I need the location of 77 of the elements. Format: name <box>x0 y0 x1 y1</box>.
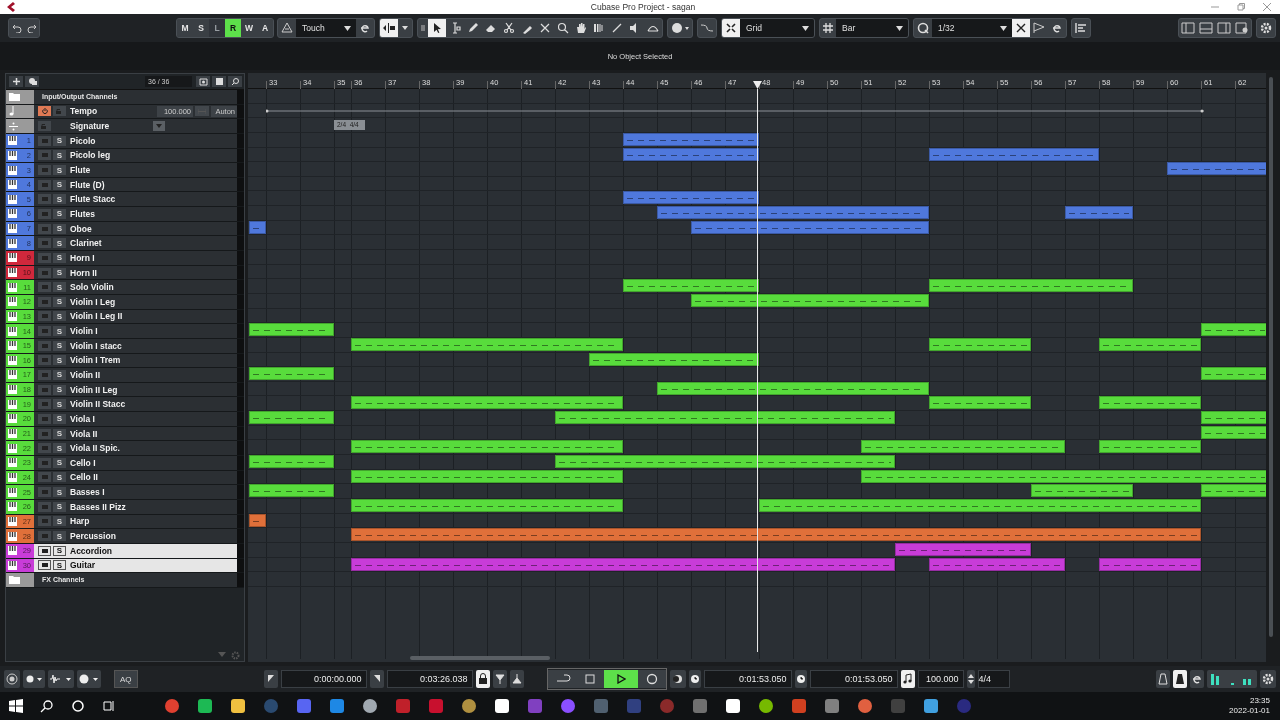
track-name: Picolo leg <box>70 150 111 161</box>
track-name: Violin I Leg II <box>70 311 123 322</box>
solo-button[interactable]: S <box>53 413 66 424</box>
snap-type-dropdown[interactable]: Grid <box>740 19 814 37</box>
track-name: Clarinet <box>70 238 102 249</box>
track-name: Flutes <box>70 208 96 219</box>
solo-button[interactable]: S <box>53 355 66 366</box>
track-name: Violin I Leg <box>70 296 116 307</box>
track-name: Cello II <box>70 472 98 483</box>
quantize-dropdown[interactable]: 1/32 <box>932 19 1012 37</box>
track-name: Violin I Trem <box>70 355 121 366</box>
solo-button[interactable]: S <box>53 252 66 263</box>
solo-button[interactable]: S <box>53 296 66 307</box>
track-name: Picolo <box>70 135 96 146</box>
solo-button[interactable]: S <box>53 457 66 468</box>
solo-button[interactable]: S <box>53 208 66 219</box>
solo-button[interactable]: S <box>53 311 66 322</box>
solo-button[interactable]: S <box>53 443 66 454</box>
track-name: Flute <box>70 165 91 175</box>
solo-button[interactable]: S <box>53 384 66 395</box>
solo-button[interactable]: S <box>53 165 66 175</box>
track-name: Violin II Leg <box>70 384 118 395</box>
solo-button[interactable]: S <box>53 487 66 498</box>
track-name: Percussion <box>70 531 116 542</box>
track-name: Oboe <box>70 223 92 234</box>
solo-button[interactable]: S <box>53 545 66 556</box>
track-name: Flute (D) <box>70 179 105 190</box>
solo-button[interactable]: S <box>53 428 66 439</box>
track-name: Viola I <box>70 413 95 424</box>
track-name: Violin II Stacc <box>70 399 126 410</box>
automation-button[interactable]: R <box>225 19 241 37</box>
secondary-time-field[interactable]: 0:01:53.050 <box>809 670 898 688</box>
solo-button[interactable]: S <box>53 340 66 351</box>
solo-button[interactable]: S <box>53 135 66 146</box>
track-name: Horn I <box>70 252 95 263</box>
track-name: Violin I <box>70 326 98 337</box>
signature-field[interactable]: 4/4 <box>977 670 1010 688</box>
automation-mode-dropdown[interactable]: Touch <box>296 19 356 37</box>
solo-button[interactable]: S <box>53 238 66 249</box>
solo-button[interactable]: S <box>53 223 66 234</box>
solo-button[interactable]: S <box>53 150 66 161</box>
track-name: Signature <box>70 121 110 132</box>
solo-button[interactable]: S <box>53 501 66 512</box>
track-name: Horn II <box>70 267 97 278</box>
track-name: Basses I <box>70 487 105 498</box>
track-name: Tempo <box>70 106 98 117</box>
track-name: Cello I <box>70 457 96 468</box>
solo-button[interactable]: S <box>53 560 66 571</box>
solo-button[interactable]: S <box>53 326 66 337</box>
clock-date: 2022-01-01 <box>1229 706 1270 716</box>
solo-button[interactable]: S <box>53 194 66 205</box>
track-name: Viola II <box>70 428 98 439</box>
solo-button[interactable]: S <box>53 399 66 410</box>
track-name: Violin I stacc <box>70 340 122 351</box>
track-name: Solo Violin <box>70 282 114 293</box>
window-title: Cubase Pro Project - sagan <box>589 2 697 12</box>
solo-button[interactable]: S <box>53 472 66 483</box>
solo-button[interactable]: S <box>53 531 66 542</box>
solo-button[interactable]: S <box>53 267 66 278</box>
solo-button[interactable]: S <box>53 179 66 190</box>
tempo-field[interactable]: 100.000 <box>917 670 964 688</box>
track-name: Basses II Pizz <box>70 501 126 512</box>
track-name: Viola II Spic. <box>70 443 120 454</box>
solo-button[interactable]: S <box>53 370 66 380</box>
primary-time-field[interactable]: 0:01:53.050 <box>703 670 792 688</box>
right-locator-field[interactable]: 0:03:26.038 <box>386 670 473 688</box>
track-name: Violin II <box>70 370 101 380</box>
solo-button[interactable]: S <box>53 282 66 293</box>
solo-button[interactable]: S <box>53 516 66 527</box>
track-name: Harp <box>70 516 90 527</box>
grid-type-dropdown[interactable]: Bar <box>836 19 908 37</box>
auto-quantize-button[interactable]: AQ <box>114 670 138 688</box>
left-locator-field[interactable]: 0:00:00.000 <box>280 670 367 688</box>
clock-time: 23:35 <box>1249 696 1270 706</box>
track-name: Guitar <box>70 560 96 571</box>
track-name: Flute Stacc <box>70 194 116 205</box>
track-name: Accordion <box>70 545 113 556</box>
